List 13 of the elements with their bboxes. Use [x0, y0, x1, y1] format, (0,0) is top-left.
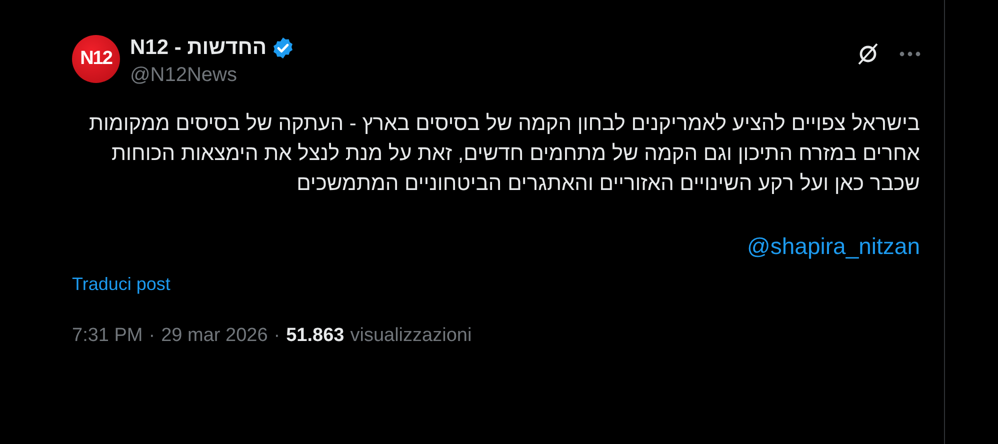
mention-link[interactable]: @shapira_nitzan [747, 233, 920, 260]
separator: · [274, 325, 280, 347]
post-time[interactable]: 7:31 PM [72, 325, 143, 347]
post-text: בישראל צפויים להציע לאמריקנים לבחון הקמה של בסיסים בארץ - העתקה של בסיסים ממקומות אחרים במזרח התיכון וגם הקמה של מתחמים חדשים, זאת על מנת לנצל את הימצאות הכוחות שכבר כאן ועל רקע השינויים האזוריים והאתגרים הביטחוניים המתמשכים [88, 111, 920, 197]
post-date[interactable]: 29 mar 2026 [161, 325, 268, 347]
separator: · [148, 325, 156, 347]
author-handle[interactable]: @N12News [130, 64, 856, 87]
author-name[interactable]: N12 - החדשות [130, 36, 267, 60]
more-icon[interactable] [898, 50, 922, 58]
views-count: 51.863 [286, 325, 344, 347]
views-label: visualizzazioni [350, 325, 472, 347]
translate-link[interactable]: Traduci post [72, 274, 170, 294]
avatar[interactable]: N12 [72, 35, 120, 83]
